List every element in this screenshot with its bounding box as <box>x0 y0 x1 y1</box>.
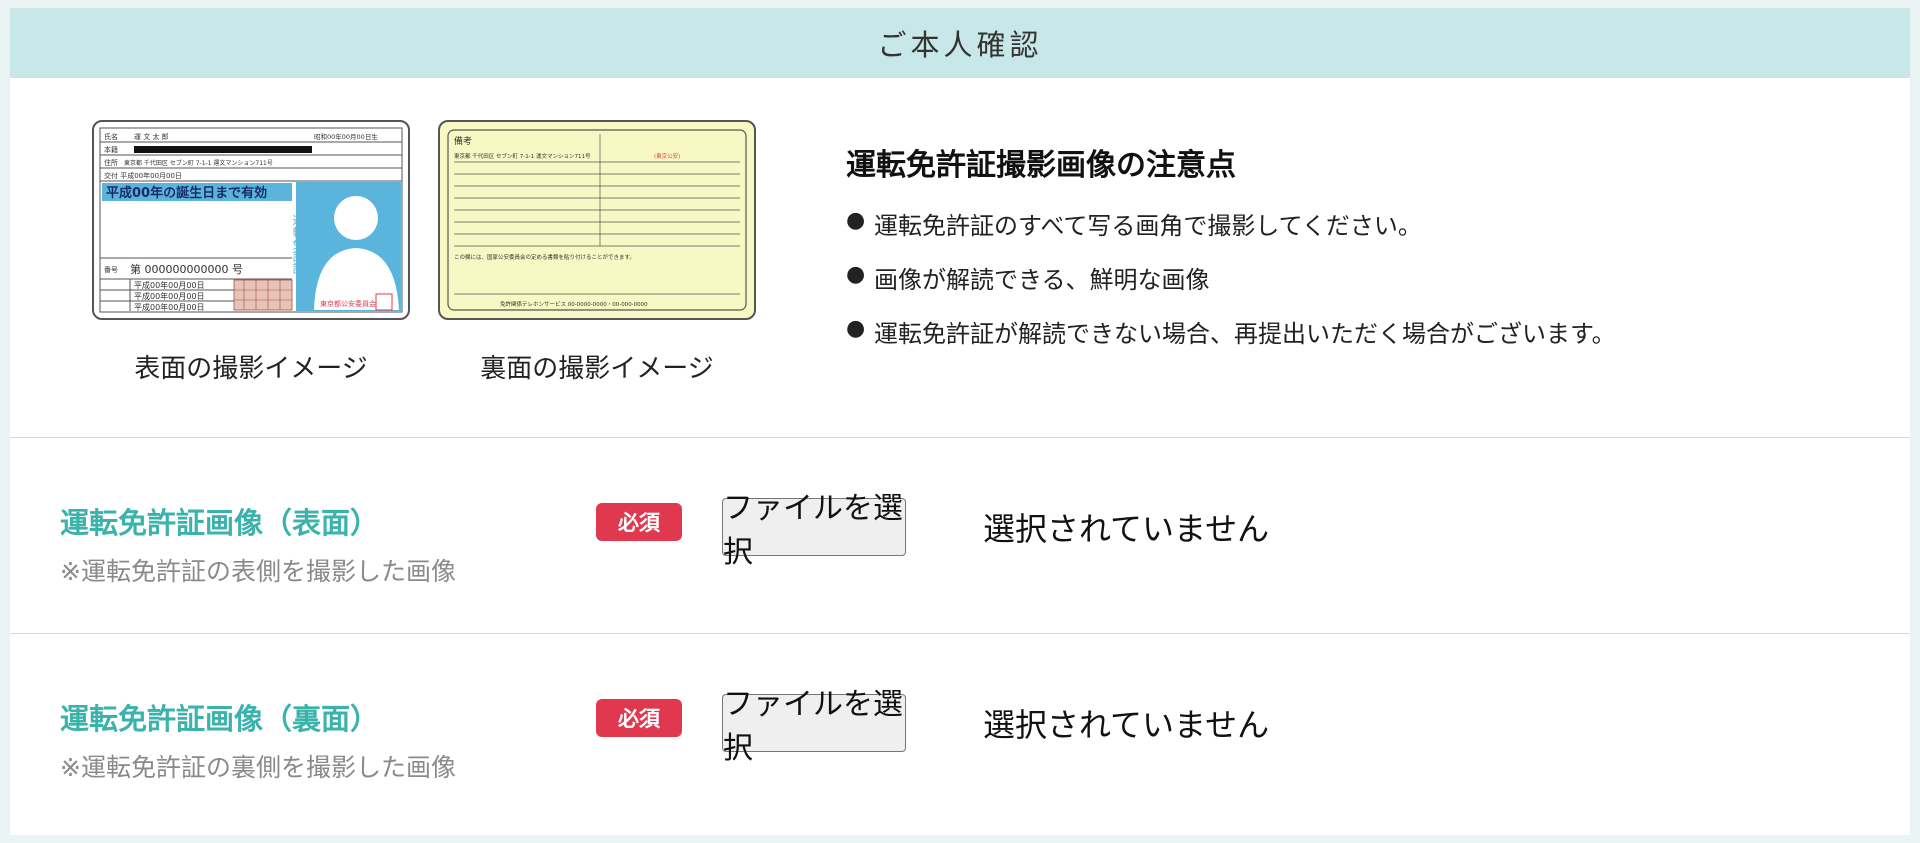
back-card-sample-image: 備考 東京都 千代田区 セブン町 7-1-1 運文マンション711号 (東京公安… <box>438 120 756 320</box>
row-divider <box>10 633 1910 634</box>
page-title: ご本人確認 <box>10 8 1910 78</box>
front-card-number: 第 000000000000 号 <box>130 262 243 276</box>
identity-verification-panel: ご本人確認 氏名 運 文 太 郎 昭和00年00月00日生 本籍 住所 東京都 … <box>10 8 1910 835</box>
back-card-illustration: 備考 東京都 千代田区 セブン町 7-1-1 運文マンション711号 (東京公安… <box>447 129 747 311</box>
back-card-address: 東京都 千代田区 セブン町 7-1-1 運文マンション711号 <box>454 152 591 160</box>
front-card-valid-until: 平成00年の誕生日まで有効 <box>106 185 267 201</box>
back-image-label: 運転免許証画像（裏面） <box>60 702 380 736</box>
back-card-remarks: 備考 <box>454 135 472 147</box>
front-card-date-3: 平成00年00月00日 <box>134 302 205 312</box>
front-card-license-word: 運転免許証 <box>291 214 305 274</box>
front-card-issuer: 東京都公安委員会 <box>320 299 376 308</box>
front-card-name-label: 氏名 <box>104 132 118 141</box>
notes-title: 運転免許証撮影画像の注意点 <box>846 148 1236 183</box>
notes-item-text: 運転免許証のすべて写る画角で撮影してください。 <box>874 212 1422 240</box>
bullet-icon: ● <box>846 316 866 341</box>
notes-list-item: ● 運転免許証が解読できない場合、再提出いただく場合がございます。 <box>846 314 1616 368</box>
front-image-hint: ※運転免許証の表側を撮影した画像 <box>60 557 456 586</box>
back-image-hint: ※運転免許証の裏側を撮影した画像 <box>60 753 456 782</box>
notes-list-item: ● 画像が解読できる、鮮明な画像 <box>846 260 1616 314</box>
front-file-status: 選択されていません <box>983 510 1270 548</box>
back-card-stamp: (東京公安) <box>654 152 680 160</box>
front-card-name-value: 運 文 太 郎 <box>134 132 169 141</box>
front-card-address: 東京都 千代田区 セブン町 7-1-1 運文マンション711号 <box>124 159 273 167</box>
back-sample-caption: 裏面の撮影イメージ <box>480 354 714 384</box>
required-badge: 必須 <box>596 503 682 541</box>
notes-item-text: 画像が解読できる、鮮明な画像 <box>874 266 1210 294</box>
front-card-illustration: 氏名 運 文 太 郎 昭和00年00月00日生 本籍 住所 東京都 千代田区 セ… <box>99 127 403 313</box>
front-card-honseki: 本籍 <box>104 145 118 154</box>
front-image-label: 運転免許証画像（表面） <box>60 506 380 540</box>
front-card-sample-image: 氏名 運 文 太 郎 昭和00年00月00日生 本籍 住所 東京都 千代田区 セ… <box>92 120 410 320</box>
back-file-select-button[interactable]: ファイルを選択 <box>722 687 906 766</box>
front-card-birth: 昭和00年00月00日生 <box>314 132 378 141</box>
back-file-status: 選択されていません <box>983 706 1270 744</box>
notes-item-text: 運転免許証が解読できない場合、再提出いただく場合がございます。 <box>874 320 1616 348</box>
bullet-icon: ● <box>846 208 866 233</box>
back-card-note: この欄には、国家公安委員会の定める書類を貼り付けることができます。 <box>454 253 635 261</box>
section-divider <box>10 437 1910 438</box>
required-badge: 必須 <box>596 699 682 737</box>
notes-list-item: ● 運転免許証のすべて写る画角で撮影してください。 <box>846 206 1616 260</box>
front-card-date-2: 平成00年00月00日 <box>134 291 205 301</box>
front-card-number-label: 番号 <box>104 266 118 274</box>
back-card-footer: 免許関係テレホンサービス 00-0000-0000・00-000-0000 <box>500 300 648 308</box>
front-sample-caption: 表面の撮影イメージ <box>134 354 368 384</box>
front-file-select-button[interactable]: ファイルを選択 <box>722 491 906 570</box>
notes-list: ● 運転免許証のすべて写る画角で撮影してください。 ● 画像が解読できる、鮮明な画像… <box>846 206 1616 368</box>
front-card-issue: 交付 平成00年00月00日 <box>104 171 182 180</box>
bullet-icon: ● <box>846 262 866 287</box>
front-card-date-1: 平成00年00月00日 <box>134 280 205 290</box>
front-card-address-label: 住所 <box>104 158 118 167</box>
